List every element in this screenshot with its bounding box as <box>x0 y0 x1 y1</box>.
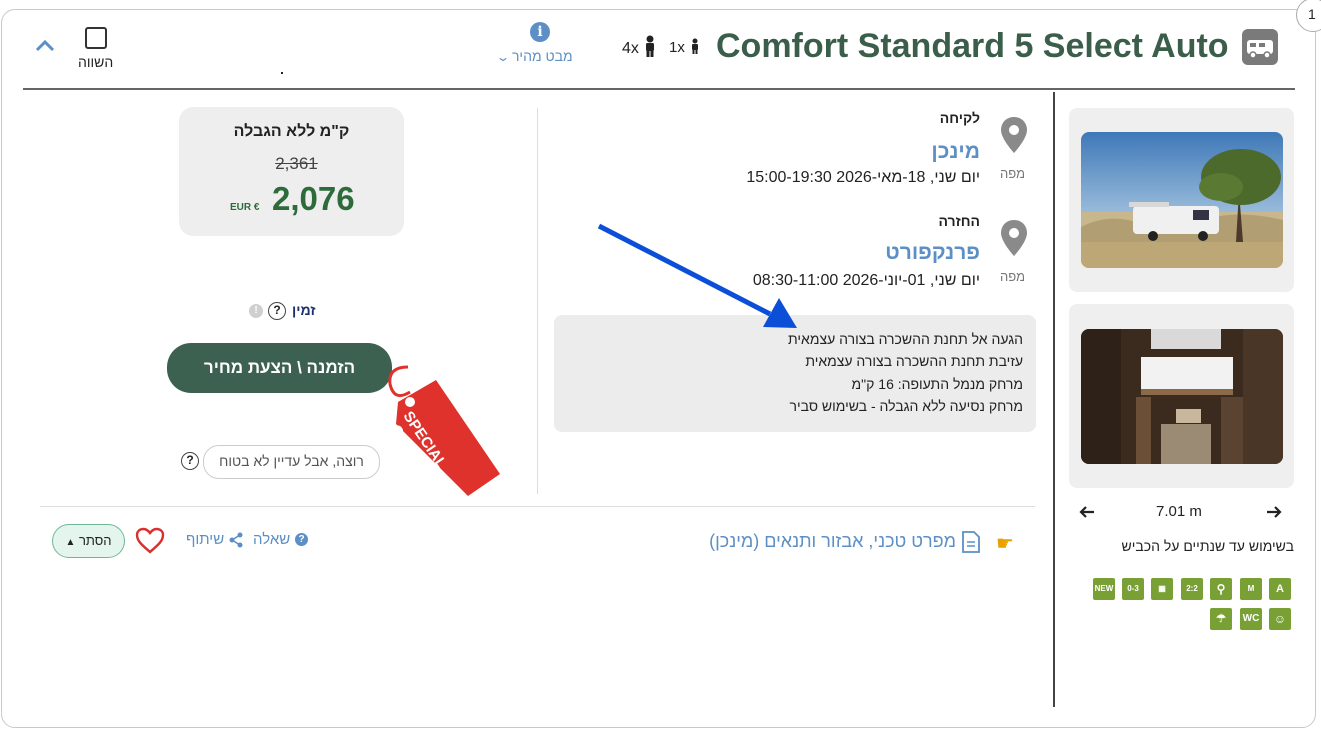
feature-item: עזיבת תחנת ההשכרה בצורה עצמאית <box>805 353 1023 369</box>
automatic-icon[interactable]: A <box>1269 578 1291 600</box>
dropoff-pin-icon[interactable] <box>1001 220 1027 261</box>
footer-divider <box>40 506 1035 507</box>
new-vehicle-icon[interactable]: NEW <box>1093 578 1115 600</box>
feature-item: מרחק נסיעה ללא הגבלה - בשימוש סביר <box>789 398 1023 414</box>
vehicle-age-note: בשימוש עד שנתיים על הכביש <box>1121 538 1294 554</box>
chevron-up-icon[interactable] <box>34 38 56 59</box>
dropoff-city[interactable]: פרנקפורט <box>885 241 980 265</box>
kids-icon[interactable]: ☺ <box>1269 608 1291 630</box>
manual-icon[interactable]: M <box>1240 578 1262 600</box>
seats-adult: 1x <box>669 38 701 56</box>
person-icon <box>646 35 655 57</box>
specs-link[interactable]: מפרט טכני, אבזור ותנאים (מינכן) <box>709 531 956 552</box>
seats-sleep-count: 4x <box>622 40 639 57</box>
hide-label: הסתר <box>78 533 112 548</box>
compare-checkbox[interactable] <box>85 27 107 49</box>
pickup-pin-icon[interactable] <box>1001 117 1027 158</box>
maybe-help-icon[interactable]: ? <box>181 452 199 470</box>
pointing-hand-icon: ☛ <box>996 533 1014 555</box>
current-price: 2,076 <box>272 180 355 217</box>
maybe-button[interactable]: רוצה, אבל עדיין לא בטוח <box>203 445 380 479</box>
header-divider <box>23 88 1295 90</box>
old-price: 2,361 <box>275 154 318 173</box>
feature-item: מרחק מנמל התעופה: 16 ק"מ <box>851 376 1023 392</box>
dropoff-label: החזרה <box>938 213 981 229</box>
availability-status: זמין <box>292 302 316 318</box>
feature-item: הגעה אל תחנת ההשכרה בצורה עצמאית <box>788 331 1023 347</box>
search-vehicle-icon[interactable]: ⚲ <box>1210 578 1232 600</box>
wc-icon[interactable]: WC <box>1240 608 1262 630</box>
share-link[interactable]: שיתוף <box>186 531 224 548</box>
facility-icons: NEW 0-3 ▦ 2:2 ⚲ M A ☂ WC ☺ <box>1092 578 1294 632</box>
pickup-city[interactable]: מינכן <box>931 140 980 164</box>
quick-view-button[interactable]: i ⌄ מבט מהיר <box>495 22 584 68</box>
hide-button[interactable]: ▲ הסתר <box>52 524 125 558</box>
compare-label: השווה <box>78 54 114 70</box>
shower-icon[interactable]: ☂ <box>1210 608 1232 630</box>
heart-icon[interactable] <box>135 527 165 560</box>
seats-sleep: 4x <box>622 35 657 58</box>
book-button[interactable]: הזמנה \ הצעת מחיר <box>167 343 392 393</box>
vehicle-title[interactable]: Comfort Standard 5 Select Auto <box>716 27 1229 66</box>
question-link[interactable]: שאלה <box>253 531 290 548</box>
seats-2-2-icon[interactable]: 2:2 <box>1181 578 1203 600</box>
share-icon <box>228 532 244 553</box>
exterior-photo[interactable] <box>1081 132 1283 268</box>
arrow-left-icon[interactable] <box>1079 504 1095 525</box>
pickup-date: יום שני, 18-מאי-2026 15:00-19:30 <box>746 169 980 186</box>
availability-help-icon[interactable]: ? <box>268 302 286 320</box>
pickup-map-link[interactable]: מפה <box>1000 166 1025 181</box>
quick-view-label: מבט מהיר <box>511 48 573 64</box>
bus-icon[interactable]: ▦ <box>1151 578 1173 600</box>
motorhome-icon <box>1242 29 1278 65</box>
dropoff-map-link[interactable]: מפה <box>1000 269 1025 284</box>
middle-divider <box>537 108 538 494</box>
currency: EUR € <box>230 202 260 213</box>
age-0-3-icon[interactable]: 0-3 <box>1122 578 1144 600</box>
column-divider <box>1053 92 1055 707</box>
annotation-arrow <box>597 223 797 328</box>
seats-adult-count: 1x <box>669 39 685 56</box>
vehicle-length: 7.01 m <box>1156 503 1202 520</box>
question-help-icon: ? <box>295 533 308 546</box>
chevron-up-small-icon: ▲ <box>65 537 76 548</box>
info-icon: i <box>530 22 550 42</box>
dot <box>281 72 283 74</box>
price-heading: ק"מ ללא הגבלה <box>233 123 350 140</box>
person-icon <box>692 38 699 54</box>
document-icon <box>962 531 980 558</box>
pickup-label: לקיחה <box>939 110 980 126</box>
availability-info-icon[interactable]: ! <box>249 304 263 318</box>
chevron-down-icon: ⌄ <box>495 50 511 64</box>
arrow-right-icon[interactable] <box>1266 504 1282 525</box>
interior-photo[interactable] <box>1081 329 1283 464</box>
